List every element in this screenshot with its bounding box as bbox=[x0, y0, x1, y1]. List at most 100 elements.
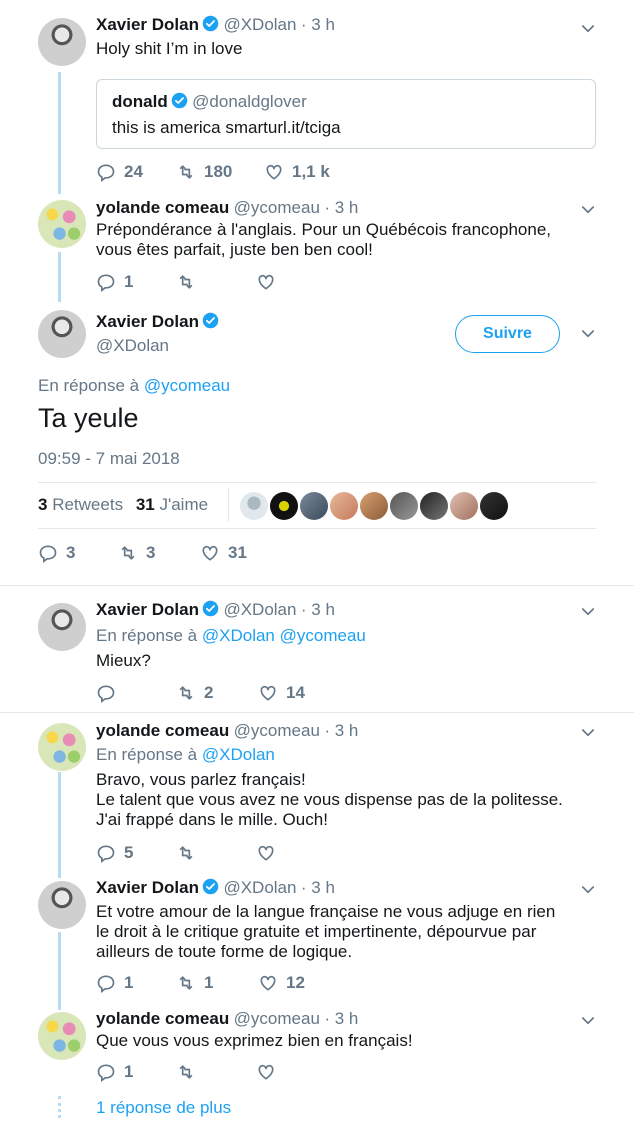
liker-avatar[interactable] bbox=[390, 492, 418, 520]
retweet-button[interactable] bbox=[176, 843, 256, 863]
retweet-button[interactable]: 2 bbox=[176, 683, 258, 703]
tweet-timestamp[interactable]: 09:59 - 7 mai 2018 bbox=[38, 449, 180, 469]
like-button[interactable]: 12 bbox=[258, 973, 305, 993]
verified-icon bbox=[202, 878, 219, 895]
avatar[interactable] bbox=[38, 723, 86, 771]
liker-avatar[interactable] bbox=[360, 492, 388, 520]
author-handle[interactable]: @ycomeau bbox=[234, 1009, 320, 1028]
author-name[interactable]: yolande comeau bbox=[96, 1009, 229, 1028]
liker-avatar[interactable] bbox=[240, 492, 268, 520]
retweet-count: 2 bbox=[204, 683, 214, 702]
chevron-down-icon[interactable] bbox=[579, 1012, 597, 1030]
like-button[interactable]: 31 bbox=[200, 543, 247, 563]
retweet-count: 1 bbox=[204, 973, 214, 992]
like-button[interactable]: 14 bbox=[258, 683, 305, 703]
author-name-text: Xavier Dolan bbox=[96, 312, 199, 331]
follow-button[interactable]: Suivre bbox=[455, 315, 560, 353]
liker-avatar[interactable] bbox=[480, 492, 508, 520]
tweet-text-line: Et votre amour de la langue française ne… bbox=[96, 902, 556, 921]
liker-avatar[interactable] bbox=[450, 492, 478, 520]
reply-to: En réponse à @XDolan @ycomeau bbox=[96, 626, 366, 646]
chevron-down-icon[interactable] bbox=[579, 325, 597, 343]
verified-icon bbox=[202, 600, 219, 617]
like-button[interactable]: 1,1 k bbox=[264, 162, 330, 182]
tweet-header: Xavier Dolan @XDolan · 3 h bbox=[96, 15, 335, 35]
author-name[interactable]: Xavier Dolan bbox=[96, 15, 199, 34]
reply-to: En réponse à @XDolan bbox=[96, 745, 275, 765]
tweet-time[interactable]: · 3 h bbox=[324, 1009, 358, 1028]
verified-icon bbox=[202, 15, 219, 32]
author-name[interactable]: yolande comeau bbox=[96, 721, 229, 740]
thread-line bbox=[58, 72, 61, 194]
chevron-down-icon[interactable] bbox=[579, 603, 597, 621]
author-handle[interactable]: @XDolan bbox=[223, 15, 296, 34]
reply-to-handle[interactable]: @XDolan bbox=[202, 745, 275, 764]
chevron-down-icon[interactable] bbox=[579, 724, 597, 742]
likes-stat[interactable]: 31 J'aime bbox=[136, 495, 208, 514]
avatar[interactable] bbox=[38, 310, 86, 358]
retweet-button[interactable] bbox=[176, 1062, 256, 1082]
retweet-icon bbox=[176, 843, 196, 863]
avatar[interactable] bbox=[38, 200, 86, 248]
stats-divider bbox=[228, 488, 229, 522]
like-button[interactable] bbox=[256, 272, 284, 292]
avatar[interactable] bbox=[38, 18, 86, 66]
avatar[interactable] bbox=[38, 603, 86, 651]
quote-author-handle: @donaldglover bbox=[192, 92, 307, 111]
retweet-button[interactable]: 1 bbox=[176, 973, 258, 993]
chevron-down-icon[interactable] bbox=[579, 20, 597, 38]
author-handle[interactable]: @ycomeau bbox=[234, 721, 320, 740]
tweet-actions: 3 3 31 bbox=[38, 543, 247, 563]
author-name[interactable]: Xavier Dolan bbox=[96, 600, 199, 619]
tweet-time[interactable]: · 3 h bbox=[301, 600, 335, 619]
author-handle[interactable]: @XDolan bbox=[223, 878, 296, 897]
reply-button[interactable]: 3 bbox=[38, 543, 118, 563]
author-handle[interactable]: @XDolan bbox=[96, 336, 169, 356]
chevron-down-icon[interactable] bbox=[579, 201, 597, 219]
reply-button[interactable]: 1 bbox=[96, 1062, 176, 1082]
avatar[interactable] bbox=[38, 881, 86, 929]
tweet-time[interactable]: · 3 h bbox=[301, 15, 335, 34]
like-button[interactable] bbox=[256, 843, 284, 863]
tweet-header: Xavier Dolan @XDolan · 3 h bbox=[96, 878, 335, 898]
author-handle[interactable]: @ycomeau bbox=[234, 198, 320, 217]
quote-author-name: donald bbox=[112, 92, 168, 111]
author-name[interactable]: Xavier Dolan bbox=[96, 878, 199, 897]
like-button[interactable] bbox=[256, 1062, 284, 1082]
liker-avatar[interactable] bbox=[420, 492, 448, 520]
reply-to-handle[interactable]: @XDolan @ycomeau bbox=[202, 626, 366, 645]
quote-tweet[interactable]: donald @donaldglover this is america sma… bbox=[96, 79, 596, 149]
reply-prefix: En réponse à bbox=[38, 376, 140, 395]
retweets-stat[interactable]: 3 Retweets bbox=[38, 495, 123, 514]
quote-text: this is america smarturl.it/tciga bbox=[112, 118, 341, 137]
liker-avatars bbox=[240, 492, 510, 525]
avatar[interactable] bbox=[38, 1012, 86, 1060]
reply-button[interactable]: 1 bbox=[96, 272, 176, 292]
reply-prefix: En réponse à bbox=[96, 626, 198, 645]
retweet-button[interactable]: 3 bbox=[118, 543, 200, 563]
author-name[interactable]: Xavier Dolan bbox=[96, 312, 219, 332]
author-name[interactable]: yolande comeau bbox=[96, 198, 229, 217]
retweet-button[interactable]: 180 bbox=[176, 162, 264, 182]
reply-button[interactable]: 5 bbox=[96, 843, 176, 863]
liker-avatar[interactable] bbox=[300, 492, 328, 520]
liker-avatar[interactable] bbox=[270, 492, 298, 520]
thread-line bbox=[58, 772, 61, 878]
tweet-time[interactable]: · 3 h bbox=[301, 878, 335, 897]
more-replies-link[interactable]: 1 réponse de plus bbox=[96, 1098, 231, 1118]
reply-button[interactable] bbox=[96, 683, 176, 703]
retweet-icon bbox=[176, 272, 196, 292]
tweet-text-line: le droit à le critique gratuite et imper… bbox=[96, 922, 537, 941]
chevron-down-icon[interactable] bbox=[579, 881, 597, 899]
reply-to-handle[interactable]: @ycomeau bbox=[144, 376, 230, 395]
tweet-time[interactable]: · 3 h bbox=[324, 198, 358, 217]
reply-icon bbox=[96, 162, 116, 182]
reply-button[interactable]: 1 bbox=[96, 973, 176, 993]
reply-button[interactable]: 24 bbox=[96, 162, 176, 182]
retweet-button[interactable] bbox=[176, 272, 256, 292]
tweet-time[interactable]: · 3 h bbox=[324, 721, 358, 740]
heart-icon bbox=[264, 162, 284, 182]
tweet-text-line: ailleurs de toute forme de logique. bbox=[96, 942, 353, 961]
author-handle[interactable]: @XDolan bbox=[223, 600, 296, 619]
liker-avatar[interactable] bbox=[330, 492, 358, 520]
